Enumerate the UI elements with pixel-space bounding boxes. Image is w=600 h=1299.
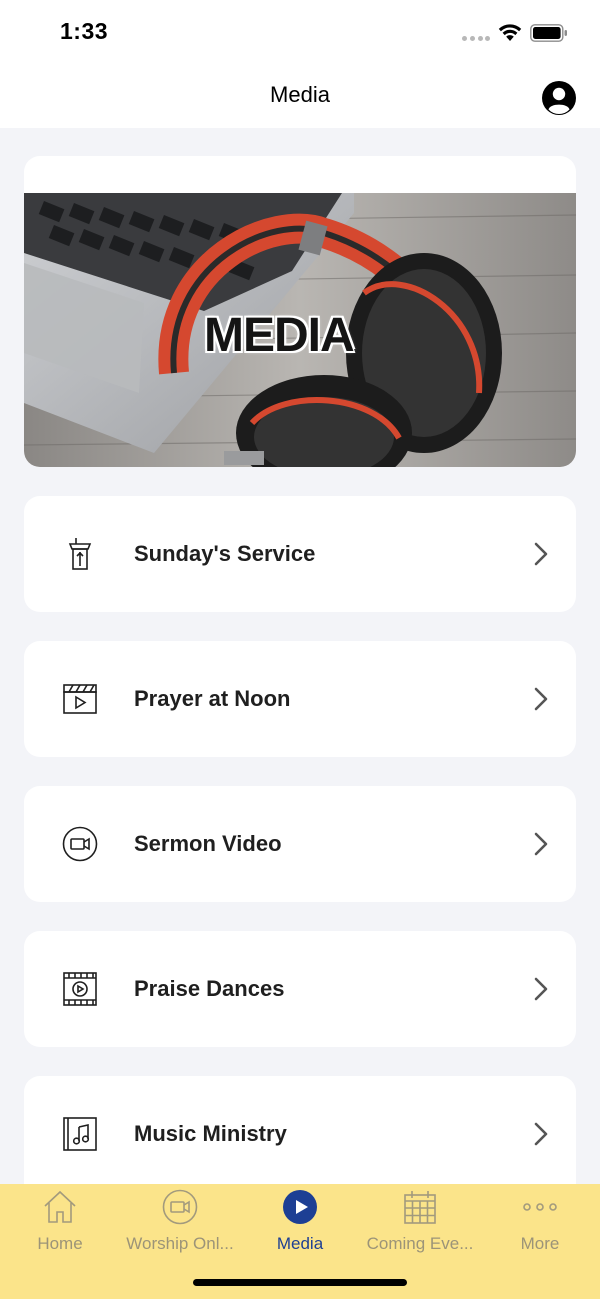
tab-coming-events[interactable]: Coming Eve... <box>360 1184 480 1264</box>
chevron-right-icon <box>534 687 548 711</box>
person-circle-icon[interactable] <box>542 81 576 115</box>
film-play-icon <box>63 972 97 1006</box>
menu-item-label: Prayer at Noon <box>134 686 291 711</box>
media-screen: 1:33 Media MEDIA Sunday's Service Prayer… <box>0 0 600 1299</box>
chevron-right-icon <box>534 977 548 1001</box>
pulpit-icon <box>68 538 92 570</box>
home-indicator[interactable] <box>193 1279 407 1286</box>
banner-title: MEDIA <box>204 309 355 362</box>
wifi-icon <box>498 24 522 41</box>
music-album-icon <box>63 1117 97 1151</box>
calendar-icon <box>404 1191 436 1224</box>
video-circle-icon <box>162 1189 198 1225</box>
menu-item-label: Sermon Video <box>134 831 282 856</box>
more-dots-icon <box>523 1203 557 1211</box>
tab-home[interactable]: Home <box>0 1184 120 1264</box>
play-circle-icon <box>283 1190 317 1224</box>
menu-item-sermon-video[interactable]: Sermon Video <box>24 786 576 902</box>
top-bar: 1:33 Media <box>0 0 600 128</box>
page-title: Media <box>270 82 330 107</box>
status-time: 1:33 <box>60 18 109 44</box>
signal-dots-icon <box>462 36 490 42</box>
menu-item-music-ministry[interactable]: Music Ministry <box>24 1076 576 1184</box>
tab-label: Media <box>276 1234 324 1253</box>
video-camera-circle-icon <box>62 826 98 862</box>
menu-item-sundays-service[interactable]: Sunday's Service <box>24 496 576 612</box>
tab-label: Coming Eve... <box>366 1234 474 1253</box>
menu-item-prayer-at-noon[interactable]: Prayer at Noon <box>24 641 576 757</box>
chevron-right-icon <box>534 1122 548 1146</box>
clapperboard-icon <box>63 684 97 714</box>
house-icon <box>44 1190 76 1223</box>
tab-label: More <box>520 1234 560 1253</box>
chevron-right-icon <box>534 832 548 856</box>
chevron-right-icon <box>534 542 548 566</box>
menu-item-praise-dances[interactable]: Praise Dances <box>24 931 576 1047</box>
tab-more[interactable]: More <box>480 1184 600 1264</box>
laptop-headphones-photo: MEDIA <box>24 193 576 467</box>
tab-label: Worship Onl... <box>126 1234 234 1253</box>
battery-icon <box>530 24 567 42</box>
tab-label: Home <box>37 1234 83 1253</box>
media-banner: MEDIA <box>24 156 576 467</box>
menu-item-label: Sunday's Service <box>134 541 316 566</box>
menu-item-label: Praise Dances <box>134 976 285 1001</box>
menu-item-label: Music Ministry <box>134 1121 287 1146</box>
tab-worship-online[interactable]: Worship Onl... <box>120 1184 240 1264</box>
tab-media[interactable]: Media <box>240 1184 360 1264</box>
